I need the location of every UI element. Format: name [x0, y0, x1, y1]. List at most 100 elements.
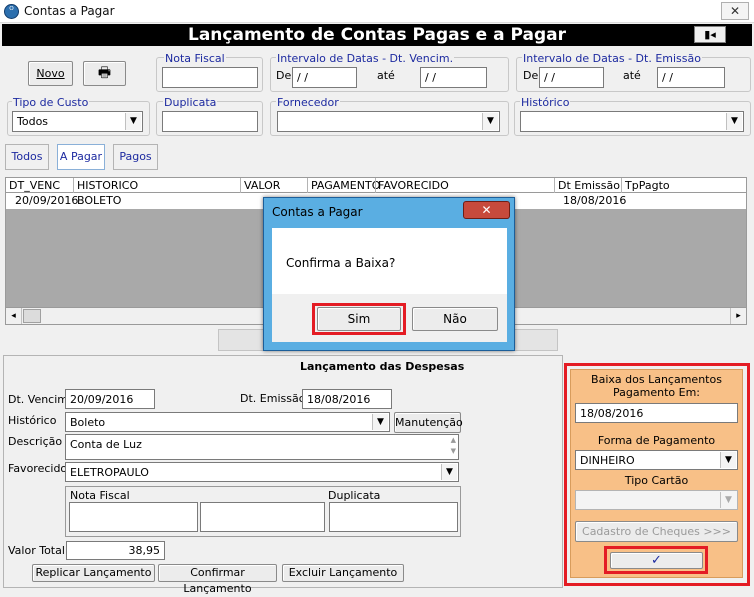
favorecido-label: Favorecido	[8, 462, 68, 475]
tab-a-pagar[interactable]: A Pagar	[57, 144, 105, 170]
favorecido-select[interactable]: ELETROPAULO ▼	[65, 462, 459, 482]
baixa-date-input[interactable]: 18/08/2016	[575, 403, 738, 423]
venc-ate-label: até	[377, 69, 395, 82]
novo-label: Novo	[36, 67, 65, 80]
forma-pagamento-select[interactable]: DINHEIRO ▼	[575, 450, 738, 470]
historico-field-label: Histórico	[8, 414, 57, 427]
emissao-ate-input[interactable]: / /	[657, 67, 725, 88]
tipo-custo-label: Tipo de Custo	[12, 96, 90, 109]
dialog-no-button[interactable]: Não	[412, 307, 498, 331]
chevron-down-icon: ▼	[441, 464, 457, 480]
historico-label: Histórico	[520, 96, 571, 109]
venc-ate-input[interactable]: / /	[420, 67, 487, 88]
cell-dt-venc: 20/09/2016	[15, 194, 79, 207]
serie-field-input[interactable]	[200, 502, 325, 532]
cadastro-cheques-button[interactable]: Cadastro de Cheques >>>	[575, 521, 738, 542]
dialog-close-button[interactable]: ✕	[463, 201, 510, 219]
dialog-title: Contas a Pagar	[272, 205, 363, 219]
emissao-de-input[interactable]: / /	[539, 67, 604, 88]
nota-fiscal-label: Nota Fiscal	[164, 52, 226, 65]
despesas-title: Lançamento das Despesas	[300, 360, 465, 373]
tipo-custo-value: Todos	[17, 115, 49, 128]
dialog-yes-button[interactable]: Sim	[317, 307, 401, 331]
scroll-left-icon[interactable]: ◂	[6, 308, 22, 324]
valor-total-input[interactable]: 38,95	[66, 541, 165, 560]
venc-interval-label: Intervalo de Datas - Dt. Vencim.	[276, 52, 455, 65]
chevron-down-icon: ▼	[482, 113, 498, 130]
window-close-button[interactable]: ✕	[721, 2, 749, 20]
emissao-ate-label: até	[623, 69, 641, 82]
valor-total-label: Valor Total	[8, 544, 65, 557]
confirm-baixa-button[interactable]: ✓	[610, 552, 703, 569]
page-title: Lançamento de Contas Pagas e a Pagar	[187, 25, 567, 45]
dialog-footer: Sim Não	[272, 294, 507, 342]
exit-button[interactable]: ▮◂	[694, 26, 726, 43]
tipo-cartao-label: Tipo Cartão	[624, 474, 689, 487]
dt-venc-label: Dt. Vencim.	[8, 393, 72, 406]
historico-field-select[interactable]: Boleto ▼	[65, 412, 390, 432]
historico-field-value: Boleto	[70, 416, 106, 429]
tab-pagos[interactable]: Pagos	[113, 144, 158, 170]
dialog-body: Confirma a Baixa?	[272, 228, 507, 294]
page-banner: Lançamento de Contas Pagas e a Pagar	[2, 24, 752, 46]
scroll-right-icon[interactable]: ▸	[730, 308, 746, 324]
emissao-de-label: De	[523, 69, 539, 82]
chevron-down-icon: ▼	[720, 452, 736, 468]
tipo-custo-select[interactable]: Todos ▼	[12, 111, 143, 132]
manutencao-button[interactable]: Manutenção	[394, 412, 463, 433]
forma-pagamento-value: DINHEIRO	[580, 454, 635, 467]
column-header[interactable]: Dt Emissão	[558, 179, 620, 192]
confirm-dialog: Contas a Pagar ✕ Confirma a Baixa? Sim N…	[263, 197, 515, 351]
chevron-down-icon: ▼	[720, 492, 736, 508]
chevron-down-icon: ▼	[372, 414, 388, 430]
historico-select[interactable]: ▼	[520, 111, 744, 132]
fornecedor-label: Fornecedor	[276, 96, 340, 109]
column-header[interactable]: HISTORICO	[77, 179, 138, 192]
favorecido-value: ELETROPAULO	[70, 466, 149, 479]
window-title: Contas a Pagar	[24, 4, 115, 18]
duplicata-label: Duplicata	[163, 96, 218, 109]
descricao-label: Descrição	[8, 435, 63, 448]
cell-historico: BOLETO	[77, 194, 122, 207]
excluir-button[interactable]: Excluir Lançamento	[282, 564, 404, 582]
nota-fiscal-field-input[interactable]	[69, 502, 198, 532]
dialog-message: Confirma a Baixa?	[286, 256, 396, 270]
tipo-cartao-select[interactable]: ▼	[575, 490, 738, 510]
column-header[interactable]: TpPagto	[625, 179, 670, 192]
column-header[interactable]: DT_VENC	[9, 179, 60, 192]
chevron-down-icon: ▼	[726, 113, 742, 130]
fornecedor-select[interactable]: ▼	[277, 111, 500, 132]
descricao-value: Conta de Luz	[70, 438, 142, 451]
column-header[interactable]: PAGAMENTO	[311, 179, 380, 192]
duplicata-field-label: Duplicata	[328, 489, 381, 502]
emissao-interval-label: Intervalo de Datas - Dt. Emissão	[522, 52, 702, 65]
nota-fiscal-field-label: Nota Fiscal	[70, 489, 130, 502]
descricao-textarea[interactable]: Conta de Luz ▲ ▼	[65, 434, 459, 460]
dt-venc-input[interactable]: 20/09/2016	[65, 389, 155, 409]
checkmark-icon: ✓	[651, 553, 662, 568]
novo-button[interactable]: Novo	[28, 61, 73, 86]
forma-pagamento-label: Forma de Pagamento	[597, 434, 716, 447]
tab-todos[interactable]: Todos	[5, 144, 49, 170]
venc-de-label: De	[276, 69, 292, 82]
dt-emissao-label: Dt. Emissão	[240, 392, 306, 405]
cell-dt-emissao: 18/08/2016	[563, 194, 627, 207]
column-header[interactable]: VALOR	[244, 179, 280, 192]
duplicata-input[interactable]	[162, 111, 258, 132]
printer-icon: 🖶	[97, 65, 112, 81]
window-title-bar: ᴼ Contas a Pagar ✕	[0, 0, 754, 23]
venc-de-input[interactable]: / /	[292, 67, 357, 88]
dt-emissao-input[interactable]: 18/08/2016	[302, 389, 392, 409]
baixa-title: Baixa dos Lançamentos Pagamento Em:	[591, 373, 722, 399]
column-header[interactable]: FAVORECIDO	[378, 179, 449, 192]
confirmar-button[interactable]: Confirmar Lançamento	[158, 564, 277, 595]
print-button[interactable]: 🖶	[83, 61, 126, 86]
replicar-button[interactable]: Replicar Lançamento	[32, 564, 155, 582]
scroll-thumb[interactable]	[23, 309, 41, 323]
nota-fiscal-input[interactable]	[162, 67, 258, 88]
chevron-down-icon: ▼	[125, 113, 141, 130]
duplicata-field-input[interactable]	[329, 502, 458, 532]
grid-header: DT_VENC HISTORICO VALOR PAGAMENTO FAVORE…	[5, 177, 747, 193]
scroll-arrows-icon: ▲ ▼	[450, 436, 456, 455]
app-icon: ᴼ	[4, 4, 19, 19]
